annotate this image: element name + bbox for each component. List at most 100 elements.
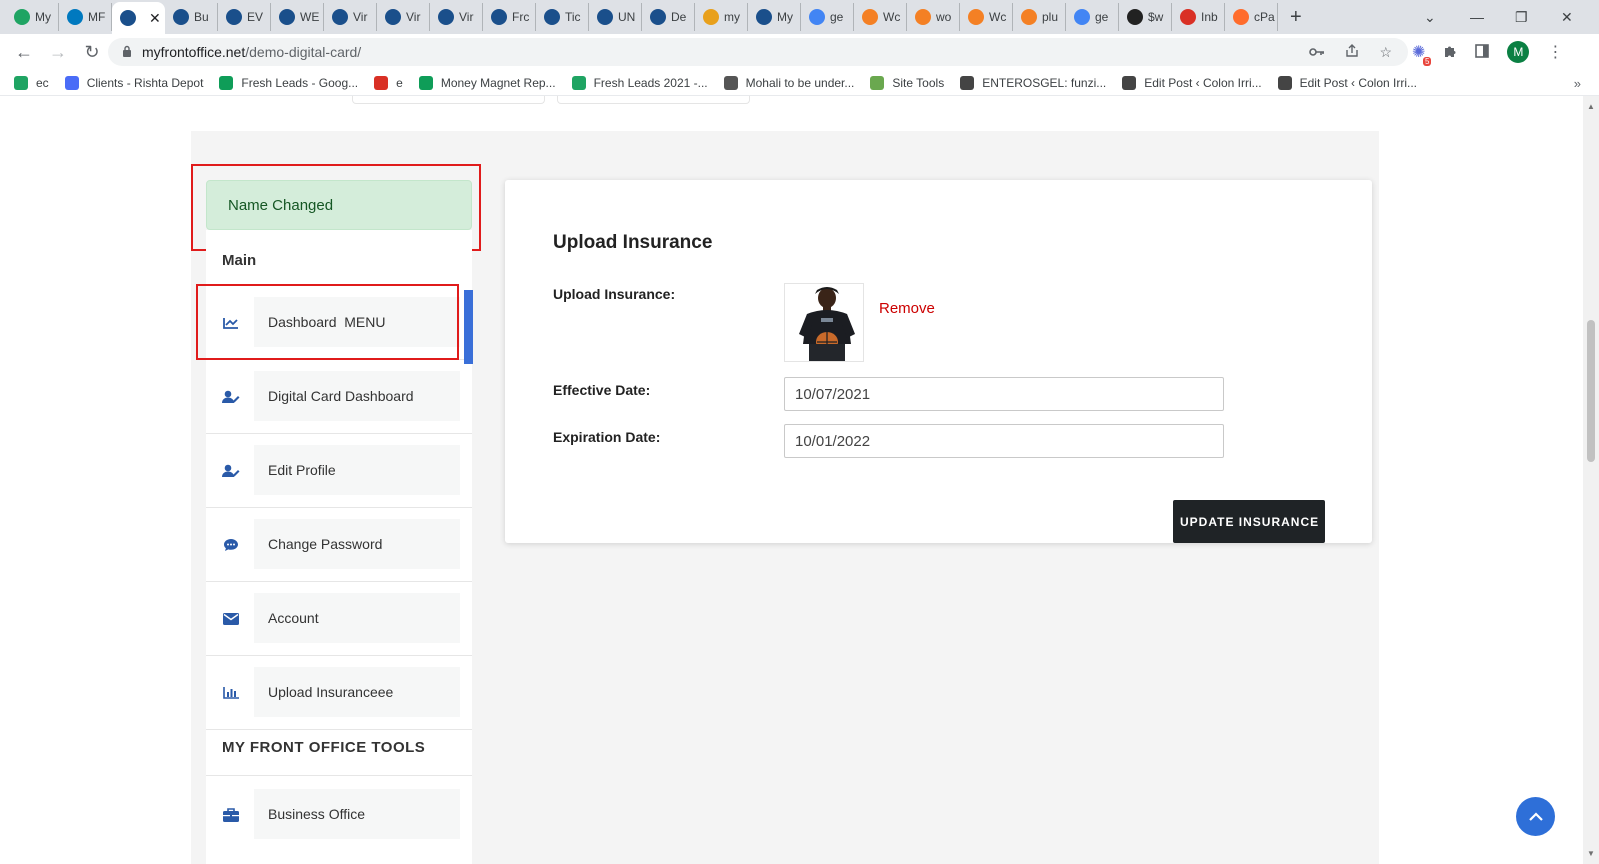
browser-tab[interactable]: ✕ — [112, 2, 165, 34]
forward-icon[interactable]: → — [48, 42, 68, 63]
menu-kebab-icon[interactable]: ⋮ — [1547, 42, 1563, 62]
browser-tab[interactable]: MF — [59, 3, 112, 31]
browser-tab[interactable]: WE — [271, 3, 324, 31]
sidebar-item-business-office[interactable]: Business Office — [206, 778, 472, 852]
stack-icon — [1021, 9, 1037, 25]
share-icon[interactable] — [1345, 43, 1359, 61]
bookmark-label: Edit Post ‹ Colon Irri... — [1299, 75, 1417, 90]
globe-icon — [756, 9, 772, 25]
browser-tab[interactable]: Vir — [377, 3, 430, 31]
browser-tab-title: my — [724, 10, 740, 24]
restore-button[interactable]: ❐ — [1515, 0, 1528, 34]
url-path: /demo-digital-card/ — [245, 44, 362, 60]
bookmark-label: ENTEROSGEL: funzi... — [982, 75, 1107, 90]
browser-tab-title: Bu — [194, 10, 209, 24]
scroll-to-top-button[interactable] — [1516, 797, 1555, 836]
effective-date-label: Effective Date: — [553, 382, 651, 398]
stack-icon — [862, 9, 878, 25]
tab-search-icon[interactable]: ⌄ — [1424, 0, 1436, 34]
browser-tab[interactable]: Bu — [165, 3, 218, 31]
close-tab-icon[interactable]: ✕ — [149, 10, 161, 27]
sidebar-item-change-password[interactable]: Change Password — [206, 508, 472, 582]
browser-tab[interactable]: Tic — [536, 3, 589, 31]
browser-tab[interactable]: Wc — [854, 3, 907, 31]
bookmark-item[interactable]: Fresh Leads 2021 -... — [571, 75, 708, 90]
profile-avatar[interactable]: M — [1507, 41, 1530, 63]
sidebar-item-digital-card-dashboard[interactable]: Digital Card Dashboard — [206, 360, 472, 434]
star-icon[interactable]: ☆ — [1379, 44, 1392, 61]
browser-tab[interactable]: cPa — [1225, 3, 1278, 31]
browser-tab[interactable]: De — [642, 3, 695, 31]
bookmark-item[interactable]: Site Tools — [870, 75, 945, 90]
effective-date-input[interactable]: 10/07/2021 — [784, 377, 1224, 411]
side-panel-icon[interactable] — [1475, 43, 1490, 61]
scrollbar-thumb[interactable] — [1587, 320, 1595, 462]
key-icon[interactable] — [1309, 44, 1325, 61]
browser-tab[interactable]: Vir — [324, 3, 377, 31]
browser-tab-title: My — [777, 10, 793, 24]
globe-icon — [120, 10, 136, 26]
globe-icon — [173, 9, 189, 25]
reload-icon[interactable]: ↻ — [82, 42, 102, 63]
sidebar-item-upload-insurance[interactable]: Upload Insuranceee — [206, 656, 472, 730]
browser-tab[interactable]: wo — [907, 3, 960, 31]
browser-tab[interactable]: ge — [801, 3, 854, 31]
bookmark-favicon-icon — [1277, 75, 1292, 90]
bookmark-item[interactable]: Money Magnet Rep... — [418, 75, 556, 90]
back-icon[interactable]: ← — [14, 42, 34, 63]
extension-badge-icon[interactable]: ✺ 5 — [1412, 42, 1432, 66]
bookmark-item[interactable]: Mohali to be under... — [723, 75, 854, 90]
browser-tab[interactable]: UN — [589, 3, 642, 31]
sidebar-item-edit-profile[interactable]: Edit Profile — [206, 434, 472, 508]
browser-tab-title: UN — [618, 10, 636, 24]
bookmark-favicon-icon — [418, 75, 433, 90]
sidebar-item-label: Edit Profile — [254, 445, 460, 495]
bookmark-item[interactable]: Clients - Rishta Depot — [64, 75, 203, 90]
browser-tab[interactable]: EV — [218, 3, 271, 31]
globe-icon — [385, 9, 401, 25]
scroll-down-icon[interactable]: ▼ — [1587, 849, 1595, 858]
bookmark-item[interactable]: ENTEROSGEL: funzi... — [960, 75, 1107, 90]
browser-tab[interactable]: Vir — [430, 3, 483, 31]
browser-tab-title: Vir — [406, 10, 421, 24]
address-bar[interactable]: myfrontoffice.net/demo-digital-card/ ☆ — [108, 38, 1408, 66]
lock-icon[interactable] — [122, 45, 132, 60]
browser-tab[interactable]: Frc — [483, 3, 536, 31]
browser-tab[interactable]: ge — [1066, 3, 1119, 31]
bookmark-label: Money Magnet Rep... — [440, 75, 556, 90]
browser-tab[interactable]: plu — [1013, 3, 1066, 31]
bookmark-label: Site Tools — [892, 75, 945, 90]
bookmark-item[interactable]: Edit Post ‹ Colon Irri... — [1122, 75, 1262, 90]
bookmark-item[interactable]: ec — [14, 75, 49, 90]
bookmark-favicon-icon — [219, 75, 234, 90]
insurance-thumbnail[interactable] — [784, 283, 864, 362]
sidebar-item-account[interactable]: Account — [206, 582, 472, 656]
browser-tab[interactable]: Wc — [960, 3, 1013, 31]
trello-icon — [67, 9, 83, 25]
bookmark-item[interactable]: e — [374, 75, 403, 90]
browser-tab[interactable]: $w — [1119, 3, 1172, 31]
expiration-date-input[interactable]: 10/01/2022 — [784, 424, 1224, 458]
minimize-button[interactable]: — — [1470, 0, 1484, 34]
bookmark-favicon-icon — [870, 75, 885, 90]
puzzle-icon[interactable] — [1443, 44, 1457, 61]
bookmark-item[interactable]: Fresh Leads - Goog... — [219, 75, 358, 90]
remove-link[interactable]: Remove — [879, 300, 935, 317]
browser-tab[interactable]: Inb — [1172, 3, 1225, 31]
sidebar-item-label: Business Office — [254, 789, 460, 839]
browser-tab[interactable]: My — [748, 3, 801, 31]
close-window-button[interactable]: ✕ — [1561, 0, 1573, 34]
expiration-date-label: Expiration Date: — [553, 429, 661, 445]
scroll-up-icon[interactable]: ▲ — [1587, 102, 1595, 111]
bookmark-item[interactable]: Edit Post ‹ Colon Irri... — [1277, 75, 1417, 90]
envelope-icon — [222, 582, 240, 655]
chart-bar-icon — [222, 656, 240, 729]
page-scrollbar[interactable]: ▲ ▼ — [1583, 96, 1599, 864]
update-insurance-button[interactable]: UPDATE INSURANCE — [1173, 500, 1325, 543]
browser-tab[interactable]: My — [6, 3, 59, 31]
browser-tab[interactable]: my — [695, 3, 748, 31]
new-tab-button[interactable]: + — [1290, 6, 1302, 29]
google-drive-icon — [14, 9, 30, 25]
sidebar-item-label: Change Password — [254, 519, 460, 569]
bookmarks-overflow-icon[interactable]: » — [1574, 76, 1581, 91]
